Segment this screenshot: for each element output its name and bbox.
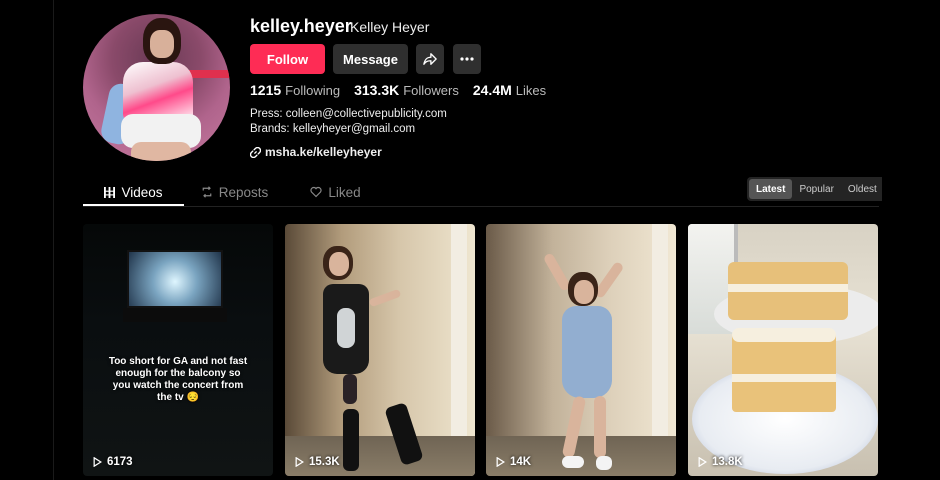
followers-count: 313.3K [354,82,400,98]
likes-count: 24.4M [472,82,512,98]
video-caption: Too short for GA and not fast enough for… [108,356,248,403]
view-count: 15.3K [295,456,340,468]
sort-popular[interactable]: Popular [792,179,840,199]
video-thumbnail-tv [127,250,223,308]
bio-brands: Brands: kelleyheyer@gmail.com [250,123,416,135]
link-icon [250,146,261,158]
repost-icon [202,186,212,198]
play-icon [295,457,304,467]
sort-selector: Latest Popular Oldest [747,177,886,201]
display-name: Kelley Heyer [350,19,430,35]
view-count-value: 15.3K [309,456,340,468]
play-icon [93,457,102,467]
tab-reposts[interactable]: Reposts [184,178,285,206]
tab-reposts-label: Reposts [218,184,269,200]
profile-tabs: Videos Reposts Liked [83,178,386,206]
view-count-value: 6173 [107,456,133,468]
left-sidebar-edge [0,0,54,480]
username: kelley.heyer [250,16,352,36]
more-icon [460,57,474,61]
profile-link-text: msha.ke/kelleyheyer [265,145,382,159]
likes-stat: 24.4M Likes [473,82,546,98]
following-stat[interactable]: 1215 Following [250,82,340,98]
followers-label: Followers [403,83,459,98]
view-count: 14K [496,456,531,468]
video-card[interactable]: 15.3K [285,224,475,476]
more-button[interactable] [453,44,481,74]
grid-icon [104,186,116,198]
tab-liked-label: Liked [328,184,361,200]
share-button[interactable] [416,44,444,74]
view-count-value: 13.8K [712,456,743,468]
tab-divider [83,206,879,207]
view-count: 13.8K [698,456,743,468]
share-icon [423,53,437,65]
video-card[interactable]: Too short for GA and not fast enough for… [83,224,273,476]
following-label: Following [285,83,341,98]
video-card[interactable]: 13.8K [688,224,878,476]
view-count-value: 14K [510,456,532,468]
tab-videos[interactable]: Videos [83,178,184,206]
heart-icon [310,186,322,198]
followers-stat[interactable]: 313.3K Followers [354,82,459,98]
profile-stats: 1215 Following 313.3K Followers 24.4M Likes [250,82,546,98]
following-count: 1215 [250,82,282,98]
tab-liked[interactable]: Liked [285,178,386,206]
avatar[interactable] [83,14,230,161]
play-icon [496,457,505,467]
likes-label: Likes [515,83,547,98]
view-count: 6173 [93,456,133,468]
follow-button[interactable]: Follow [250,44,325,74]
message-button[interactable]: Message [333,44,408,74]
bio: Press: colleen@collectivepublicity.com B… [250,107,447,137]
bio-press: Press: colleen@collectivepublicity.com [250,108,447,120]
right-edge [882,0,940,480]
sort-latest[interactable]: Latest [749,179,793,199]
sort-oldest[interactable]: Oldest [841,179,884,199]
profile-link[interactable]: msha.ke/kelleyheyer [250,145,382,159]
tab-videos-label: Videos [121,184,163,200]
play-icon [698,457,707,467]
video-card[interactable]: 14K [486,224,676,476]
